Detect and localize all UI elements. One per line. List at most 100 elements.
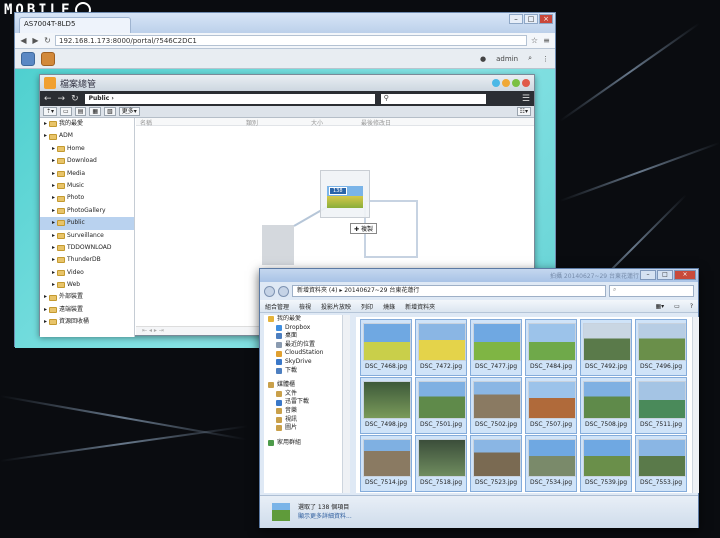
expand-arrow-icon[interactable]: ▸	[52, 205, 55, 217]
explorer-forward-icon[interactable]	[278, 285, 289, 297]
copy-button[interactable]: ▤	[74, 107, 87, 116]
browser-tab[interactable]: AS7004T-8LD5	[19, 17, 131, 33]
thumbnail-item[interactable]: DSC_7553.jpg	[635, 435, 687, 492]
tree-item[interactable]: ▸ Video	[40, 267, 134, 279]
filter-field[interactable]: ⚲	[380, 93, 486, 104]
tree-item[interactable]: ▸ Surveillance	[40, 230, 134, 242]
expand-arrow-icon[interactable]: ▸	[52, 217, 55, 229]
expand-arrow-icon[interactable]: ▸	[52, 155, 55, 167]
thumbnail-item[interactable]: DSC_7492.jpg	[580, 319, 632, 376]
cmd-print[interactable]: 列印	[361, 302, 373, 311]
adm-home-icon[interactable]	[21, 51, 35, 66]
forward-icon[interactable]: ▶	[31, 36, 40, 45]
nav-scrollbar[interactable]	[342, 315, 350, 493]
explorer-close-button[interactable]: ×	[674, 270, 696, 280]
thumbnail-item[interactable]: DSC_7514.jpg	[360, 435, 412, 492]
forward-arrow-icon[interactable]: →	[58, 94, 66, 104]
tree-item[interactable]: ▸ Home	[40, 143, 134, 155]
expand-arrow-icon[interactable]: ▸	[44, 130, 47, 142]
expand-arrow-icon[interactable]: ▸	[52, 267, 55, 279]
preview-pane-icon[interactable]: ▭	[674, 303, 680, 310]
search-icon[interactable]: ⌕	[528, 54, 532, 63]
thumbnail-item[interactable]: DSC_7477.jpg	[470, 319, 522, 376]
pager-first-icon[interactable]: ⇤	[142, 327, 147, 334]
nav-item[interactable]: Dropbox	[264, 324, 349, 333]
help-dot-icon[interactable]	[492, 79, 500, 87]
thumbnail-item[interactable]: DSC_7508.jpg	[580, 377, 632, 434]
explorer-back-icon[interactable]	[264, 285, 275, 297]
nav-item[interactable]: CloudStation	[264, 349, 349, 358]
nav-item[interactable]: 音樂	[264, 407, 349, 416]
nav-item[interactable]: 下載	[264, 367, 349, 376]
column-type[interactable]: 類別	[246, 118, 258, 127]
menu-icon[interactable]: ≡	[542, 36, 551, 45]
tree-item[interactable]: ▸ PhotoGallery	[40, 205, 134, 217]
thumbnail-item[interactable]: DSC_7523.jpg	[470, 435, 522, 492]
nav-item[interactable]: 迅雷下載	[264, 398, 349, 407]
upload-button[interactable]: ⇡▾	[43, 107, 58, 116]
maximize-button[interactable]: □	[524, 14, 538, 24]
view-mode-button[interactable]: ☷▾	[516, 107, 531, 116]
show-more-details-link[interactable]: 顯示更多詳細資料...	[298, 512, 352, 521]
cmd-organize[interactable]: 組合管理	[265, 302, 289, 311]
column-modified[interactable]: 最後修改日	[361, 118, 391, 127]
address-bar[interactable]: 192.168.1.173:8000/portal/?546C2DC1	[55, 35, 527, 46]
thumbnail-item[interactable]: DSC_7468.jpg	[360, 319, 412, 376]
explorer-maximize-button[interactable]: □	[657, 270, 673, 280]
thumbnail-item[interactable]: DSC_7511.jpg	[635, 377, 687, 434]
explorer-minimize-button[interactable]: –	[640, 270, 656, 280]
thumbnail-item[interactable]: DSC_7501.jpg	[415, 377, 467, 434]
pager-next-icon[interactable]: ▸	[154, 327, 157, 334]
thumbnail-item[interactable]: DSC_7534.jpg	[525, 435, 577, 492]
tree-item[interactable]: ▸ Music	[40, 180, 134, 192]
tree-item[interactable]: ▸ 遠端裝置	[40, 304, 134, 316]
help-icon[interactable]: ?	[690, 303, 693, 310]
thumbnail-item[interactable]: DSC_7502.jpg	[470, 377, 522, 434]
more-button[interactable]: 更多▾	[118, 107, 140, 116]
expand-arrow-icon[interactable]: ▸	[52, 230, 55, 242]
thumbnail-item[interactable]: DSC_7507.jpg	[525, 377, 577, 434]
cmd-burn[interactable]: 燒錄	[383, 302, 395, 311]
expand-arrow-icon[interactable]: ▸	[52, 143, 55, 155]
thumbnail-item[interactable]: DSC_7484.jpg	[525, 319, 577, 376]
expand-arrow-icon[interactable]: ▸	[52, 254, 55, 266]
username[interactable]: admin	[496, 55, 518, 63]
minimize-button[interactable]: –	[509, 14, 523, 24]
back-icon[interactable]: ◀	[19, 36, 28, 45]
options-icon[interactable]: ⋮	[542, 55, 549, 63]
tree-item[interactable]: ▸ 資源回收桶	[40, 316, 134, 328]
list-menu-icon[interactable]: ☰	[522, 94, 530, 104]
expand-arrow-icon[interactable]: ▸	[44, 118, 47, 130]
nav-item[interactable]: 家用群組	[264, 439, 349, 448]
cmd-slideshow[interactable]: 投影片放映	[321, 302, 351, 311]
thumbnail-item[interactable]: DSC_7498.jpg	[360, 377, 412, 434]
close-dot-icon[interactable]	[522, 79, 530, 87]
tree-item[interactable]: ▸ Web	[40, 279, 134, 291]
refresh-icon[interactable]: ↻	[71, 94, 79, 104]
thumbnail-item[interactable]: DSC_7472.jpg	[415, 319, 467, 376]
nav-item[interactable]: SkyDrive	[264, 358, 349, 367]
maximize-dot-icon[interactable]	[512, 79, 520, 87]
explorer-search-input[interactable]: ⌕	[609, 285, 694, 297]
expand-arrow-icon[interactable]: ▸	[52, 279, 55, 291]
bookmark-star-icon[interactable]: ☆	[530, 36, 539, 45]
close-button[interactable]: ×	[539, 14, 553, 24]
tree-item[interactable]: ▸ ThunderDB	[40, 254, 134, 266]
thumbnail-item[interactable]: DSC_7518.jpg	[415, 435, 467, 492]
tree-item[interactable]: ▸ Media	[40, 168, 134, 180]
thumbnail-item[interactable]: DSC_7496.jpg	[635, 319, 687, 376]
thumbnail-item[interactable]: DSC_7539.jpg	[580, 435, 632, 492]
expand-arrow-icon[interactable]: ▸	[44, 291, 47, 303]
nav-item[interactable]: 桌面	[264, 332, 349, 341]
tree-item[interactable]: ▸ Public	[40, 217, 134, 230]
tree-item[interactable]: ▸ TDDOWNLOAD	[40, 242, 134, 254]
pager-last-icon[interactable]: ⇥	[159, 327, 164, 334]
nav-item[interactable]: 視訊	[264, 416, 349, 425]
tree-item[interactable]: ▸ 我的最愛	[40, 118, 134, 130]
path-field[interactable]: Public ›	[84, 93, 375, 104]
explorer-breadcrumb[interactable]: 新增資料夾 (4) ▸ 20140627~29 台東花蓮行	[292, 285, 606, 297]
cmd-new-folder[interactable]: 新增資料夾	[405, 302, 435, 311]
column-name[interactable]: 名稱	[140, 118, 152, 127]
back-arrow-icon[interactable]: ←	[44, 94, 52, 104]
pager-prev-icon[interactable]: ◂	[149, 327, 152, 334]
